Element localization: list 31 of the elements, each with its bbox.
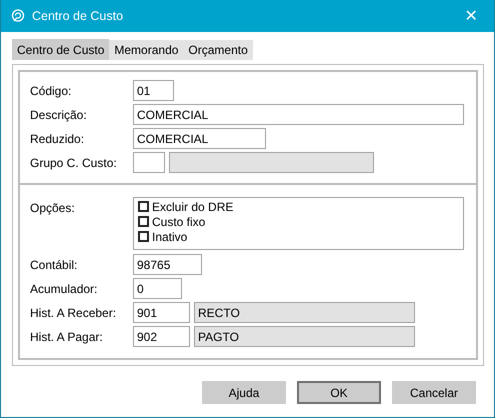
tab[interactable]: Centro de Custo — [12, 39, 110, 60]
dialog-button[interactable]: OK — [297, 381, 381, 404]
input-field[interactable]: COMERCIAL — [133, 128, 266, 149]
input-field[interactable]: COMERCIAL — [133, 104, 464, 125]
tab[interactable]: Memorando — [109, 40, 184, 60]
option-label: Custo fixo — [152, 214, 206, 228]
code-field[interactable]: 901 — [133, 302, 190, 323]
chat-bubble-icon — [11, 9, 25, 23]
field-label: Acumulador: — [30, 282, 98, 296]
field-label: Hist. A Receber: — [30, 306, 118, 320]
dialog-button[interactable]: Ajuda — [202, 381, 286, 404]
checkbox[interactable] — [138, 231, 149, 242]
field-label: Código: — [30, 84, 72, 98]
field-label: Grupo C. Custo: — [30, 156, 118, 170]
option-label: Excluir do DRE — [152, 200, 234, 214]
tab[interactable]: Orçamento — [183, 40, 253, 60]
code-field[interactable]: 902 — [133, 326, 190, 347]
field-label: Opções: — [30, 200, 76, 215]
input-field[interactable]: 01 — [133, 80, 174, 101]
input-field[interactable]: 0 — [133, 278, 182, 299]
checkbox[interactable] — [138, 201, 149, 212]
field-label: Descrição: — [30, 108, 88, 122]
field-label: Hist. A Pagar: — [30, 330, 104, 344]
field-label: Contábil: — [30, 258, 78, 272]
checkbox[interactable] — [138, 216, 149, 227]
input-field[interactable]: 98765 — [133, 254, 202, 275]
option-label: Inativo — [152, 230, 188, 244]
window-title: Centro de Custo — [32, 9, 124, 23]
dialog-button[interactable]: Cancelar — [392, 381, 476, 404]
field-label: Reduzido: — [30, 132, 86, 146]
code-field[interactable] — [133, 152, 165, 173]
